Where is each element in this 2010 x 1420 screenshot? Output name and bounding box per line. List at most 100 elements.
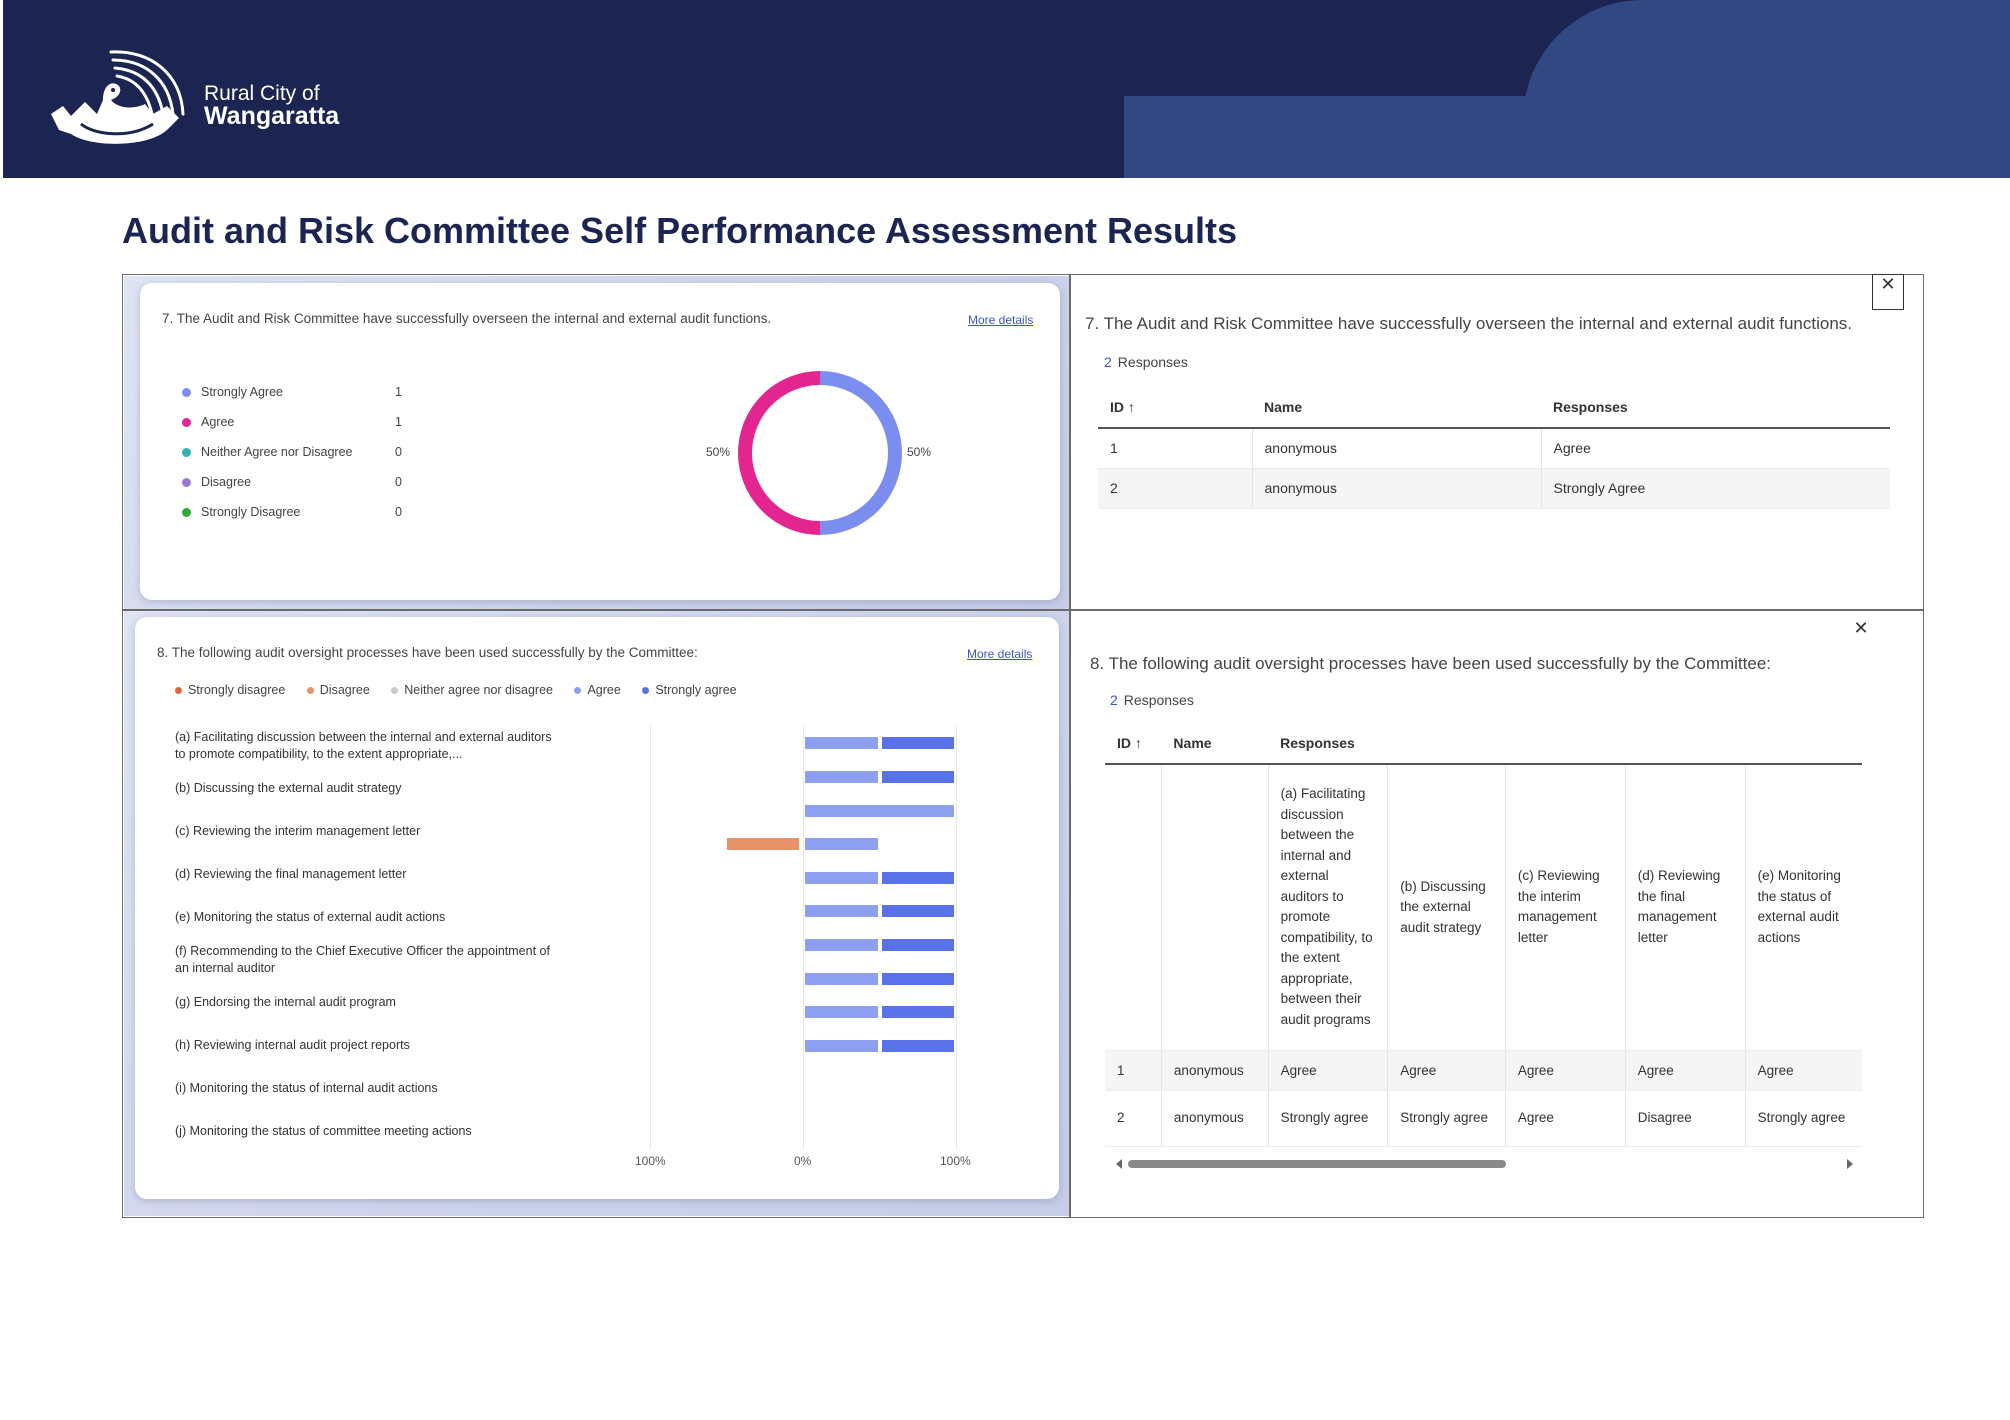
cell-c: Agree (1504, 1090, 1626, 1147)
bar-f-strongly-agree[interactable] (881, 905, 954, 917)
q8-legend: Strongly disagree Disagree Neither agree… (175, 683, 755, 697)
scroll-left-icon[interactable] (1115, 1159, 1123, 1169)
table-row[interactable]: 1 anonymous Agree (1098, 428, 1890, 469)
legend-label: Disagree (201, 475, 252, 489)
q8-more-details-link[interactable]: More details (967, 647, 1032, 661)
q8-responses-count: 2 Responses (1110, 692, 1194, 708)
axis-label-left: 100% (635, 1154, 666, 1168)
bird-logo-icon (51, 50, 185, 144)
legend-label: Neither agree nor disagree (404, 683, 553, 697)
legend-label: Strongly Agree (201, 385, 283, 399)
subheader-a: (a) Facilitating discussion between the … (1267, 764, 1388, 1051)
q7-responses-count: 2 Responses (1104, 354, 1188, 370)
table-row[interactable]: 2 anonymous Strongly agree Strongly agre… (1105, 1090, 1862, 1147)
cell-id: 2 (1098, 468, 1252, 509)
bar-g-agree[interactable] (805, 939, 878, 951)
bar-e-agree[interactable] (805, 872, 878, 884)
bar-j-agree[interactable] (805, 1040, 878, 1052)
donut-label-right: 50% (907, 445, 932, 459)
cell-id: 2 (1105, 1090, 1162, 1147)
bar-i-strongly-agree[interactable] (881, 1006, 954, 1018)
legend-item-disagree: Disagree (306, 683, 370, 697)
legend-label: Strongly agree (655, 683, 737, 697)
council-logo: Rural City of Wangaratta (41, 44, 371, 154)
col-name[interactable]: Name (1252, 387, 1541, 429)
horizontal-scrollbar[interactable] (1110, 1157, 1860, 1171)
col-id[interactable]: ID ↑ (1105, 723, 1162, 765)
legend-label: Agree (587, 683, 621, 697)
legend-dot-icon (182, 448, 191, 458)
bar-e-strongly-agree[interactable] (881, 872, 954, 884)
legend-item-strongly-disagree: Strongly Disagree 0 (182, 505, 402, 521)
row-label-g: (g) Endorsing the internal audit program (175, 995, 396, 1009)
donut-label-left: 50% (706, 445, 731, 459)
cell-id: 1 (1105, 1050, 1162, 1091)
legend-count: 1 (395, 385, 402, 399)
row-label-d: (d) Reviewing the final management lette… (175, 867, 407, 881)
bar-d-agree[interactable] (805, 838, 878, 850)
legend-item-disagree: Disagree 0 (182, 475, 402, 491)
legend-label: Strongly disagree (188, 683, 286, 697)
cell-d: Disagree (1624, 1090, 1746, 1147)
org-name-line2: Wangaratta (204, 102, 340, 130)
subheader-row: (a) Facilitating discussion between the … (1105, 764, 1862, 1051)
table-row[interactable]: 2 anonymous Strongly Agree (1098, 468, 1890, 509)
table-row[interactable]: 1 anonymous Agree Agree Agree Agree Agre… (1105, 1050, 1862, 1091)
cell-d: Agree (1624, 1050, 1746, 1091)
bar-f-agree[interactable] (805, 905, 878, 917)
legend-dot-icon (306, 687, 314, 695)
table-header-row: ID ↑ Name Responses (1105, 723, 1862, 765)
bar-c-agree[interactable] (805, 805, 954, 817)
row-label-b: (b) Discussing the external audit strate… (175, 781, 402, 795)
col-responses[interactable]: Responses (1268, 723, 1862, 765)
responses-label: Responses (1123, 692, 1194, 708)
bar-a-agree[interactable] (805, 737, 878, 749)
col-name[interactable]: Name (1161, 723, 1269, 765)
row-label-a: (a) Facilitating discussion between the … (175, 730, 552, 761)
bar-b-agree[interactable] (805, 771, 878, 783)
q8-close-button[interactable]: ✕ (1848, 614, 1874, 642)
col-responses[interactable]: Responses (1541, 387, 1890, 429)
donut-slice-agree[interactable] (738, 371, 821, 535)
legend-dot-icon (182, 508, 191, 518)
legend-item-strongly-agree: Strongly Agree 1 (182, 385, 402, 401)
scrollbar-thumb[interactable] (1128, 1160, 1506, 1168)
cell-e: Strongly agree (1744, 1090, 1862, 1147)
cell-name: anonymous (1251, 428, 1541, 469)
cell-name: anonymous (1160, 1090, 1269, 1147)
subheader-c: (c) Reviewing the interim management let… (1504, 764, 1626, 1051)
q8-table-question: 8. The following audit oversight process… (1090, 654, 1771, 673)
legend-dot-icon (391, 687, 399, 695)
legend-dot-icon (182, 388, 191, 398)
legend-count: 0 (395, 475, 402, 489)
bar-j-strongly-agree[interactable] (881, 1040, 954, 1052)
legend-item-agree: Agree 1 (182, 415, 402, 431)
scroll-right-icon[interactable] (1846, 1159, 1854, 1169)
bar-d-disagree[interactable] (726, 838, 799, 850)
bar-h-strongly-agree[interactable] (881, 973, 954, 985)
col-id[interactable]: ID ↑ (1098, 387, 1252, 429)
row-label-i: (i) Monitoring the status of internal au… (175, 1081, 438, 1095)
axis-label-center: 0% (794, 1154, 812, 1168)
q7-close-button[interactable]: ✕ (1872, 274, 1904, 310)
bar-a-strongly-agree[interactable] (881, 737, 954, 749)
cell-name: anonymous (1160, 1050, 1269, 1091)
gridline-left (650, 725, 651, 1150)
donut-slice-strongly-agree[interactable] (819, 371, 902, 535)
bar-b-strongly-agree[interactable] (881, 771, 954, 783)
bar-g-strongly-agree[interactable] (881, 939, 954, 951)
q7-chart-card: 7. The Audit and Risk Committee have suc… (140, 283, 1060, 600)
gridline-right (956, 725, 957, 1150)
legend-dot-icon (642, 687, 650, 695)
legend-item-neither: Neither agree nor disagree (391, 683, 553, 697)
legend-label: Neither Agree nor Disagree (201, 445, 353, 459)
cell-response: Agree (1540, 428, 1890, 469)
legend-label: Disagree (319, 683, 370, 697)
responses-number[interactable]: 2 (1110, 692, 1118, 708)
page-title: Audit and Risk Committee Self Performanc… (122, 210, 1237, 251)
bar-i-agree[interactable] (805, 1006, 878, 1018)
responses-number[interactable]: 2 (1104, 354, 1112, 370)
bar-h-agree[interactable] (805, 973, 878, 985)
legend-item-strongly-agree: Strongly agree (642, 683, 737, 697)
q7-more-details-link[interactable]: More details (968, 313, 1033, 327)
